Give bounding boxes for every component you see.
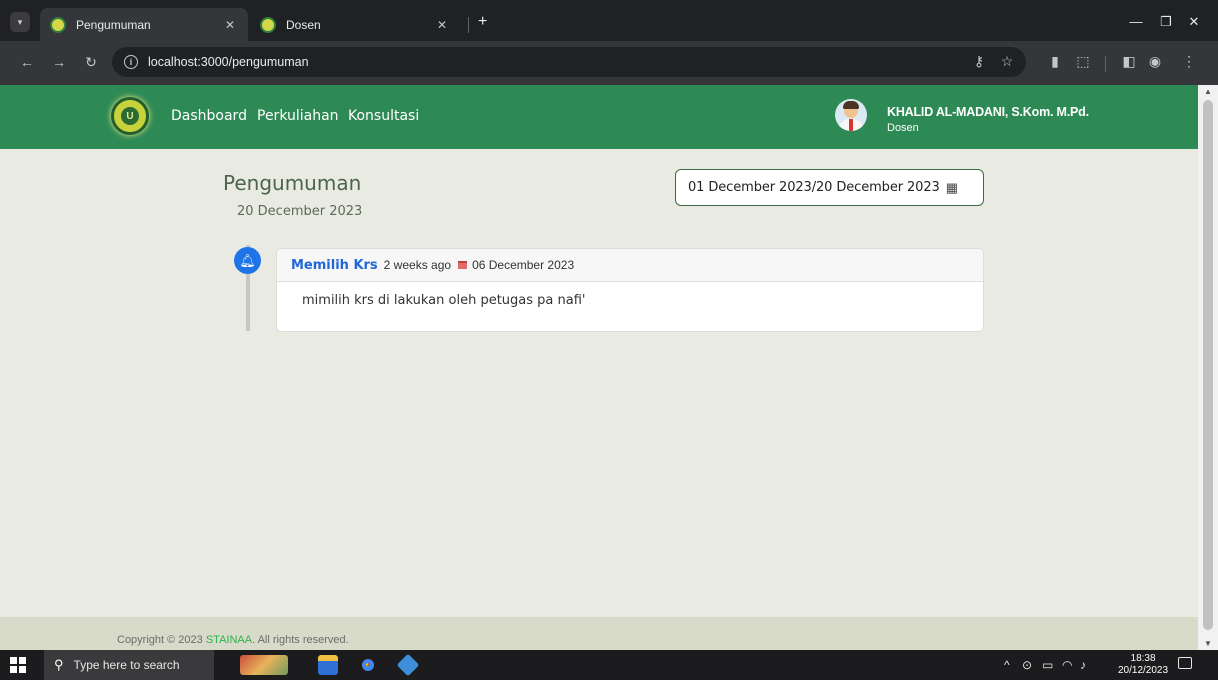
site-favicon-icon [50,16,66,33]
site-info-icon[interactable]: i [124,55,138,69]
top-navbar: U Dashboard Perkuliahan Konsultasi KHALI… [0,85,1198,149]
browser-tab-pengumuman[interactable]: Pengumuman ✕ [40,8,248,41]
date-range-picker[interactable]: 01 December 2023/20 December 2023 ▦ [675,169,984,206]
taskbar-search-placeholder: Type here to search [73,658,180,672]
page-footer: Copyright © 2023 STAINAA. All rights res… [0,617,1198,650]
browser-tab-title: Pengumuman [76,17,151,32]
news-widget-icon[interactable] [240,655,288,675]
announcement-date: 06 December 2023 [472,258,575,272]
announcement-title[interactable]: Memilih Krs [291,258,378,273]
page-title: Pengumuman [223,171,362,195]
scroll-down-icon[interactable]: ▼ [1204,639,1212,648]
announcement-header: Memilih Krs 2 weeks ago 06 December 2023 [277,249,983,282]
bell-icon: 🔔︎ [234,247,261,274]
copyright-text: Copyright © 2023 STAINAA. All rights res… [117,634,349,646]
page-scrollbar[interactable]: ▲ ▼ [1198,85,1218,650]
search-icon: ⚲ [54,657,64,672]
battery-icon[interactable]: ▭ [1042,658,1053,672]
taskbar-search[interactable]: ⚲ Type here to search [44,650,214,680]
password-key-icon[interactable]: ⚷ [970,53,988,70]
wifi-icon[interactable]: ◠ [1062,658,1072,672]
announcement-body: mimilih krs di lakukan oleh petugas pa n… [302,293,586,308]
site-favicon-icon [260,16,276,33]
tray-overflow-icon[interactable]: ^ [1004,658,1010,672]
notification-center-icon[interactable] [1178,657,1192,669]
restore-icon[interactable]: ❐ [1156,14,1176,30]
browser-tab-dosen[interactable]: Dosen ✕ [250,8,460,41]
extensions-puzzle-icon[interactable]: ⬚ [1074,53,1092,70]
meet-now-icon[interactable]: ⊙ [1022,658,1032,672]
tab-search-dropdown-icon[interactable]: ▾ [10,12,30,32]
announcement-card: Memilih Krs 2 weeks ago 06 December 2023… [276,248,984,332]
footer-brand-link[interactable]: STAINAA [206,634,252,646]
forward-icon[interactable]: → [50,54,68,70]
calendar-icon: ▦ [945,179,958,195]
scrollbar-thumb[interactable] [1203,100,1213,630]
windows-taskbar: ⚲ Type here to search ^ ⊙ ▭ ◠ ♪ 18:38 20… [0,650,1218,680]
page-viewport: U Dashboard Perkuliahan Konsultasi KHALI… [0,85,1198,650]
bookmark-star-icon[interactable]: ☆ [998,53,1016,70]
volume-icon[interactable]: ♪ [1080,658,1086,672]
address-bar[interactable]: i localhost:3000/pengumuman [112,47,1026,77]
taskbar-clock[interactable]: 18:38 20/12/2023 [1118,653,1168,677]
browser-tabbar: ▾ Pengumuman ✕ Dosen ✕ + — ❐ ✕ [0,0,1218,41]
back-icon[interactable]: ← [18,54,36,70]
clock-date: 20/12/2023 [1118,665,1169,676]
logo-emblem-icon: U [121,107,139,125]
profile-avatar-icon[interactable]: ◉ [1146,53,1164,70]
announcement-relative-time: 2 weeks ago [383,258,452,272]
dev-tool-app-icon[interactable] [396,653,420,677]
tab-separator [468,17,469,33]
current-date: 20 December 2023 [237,204,363,219]
scroll-up-icon[interactable]: ▲ [1204,87,1212,96]
reload-icon[interactable]: ↻ [82,54,100,71]
address-url: localhost:3000/pengumuman [148,55,309,69]
nav-link-perkuliahan[interactable]: Perkuliahan [257,108,339,124]
extension-icon[interactable]: ▮ [1046,53,1064,70]
browser-menu-icon[interactable]: ⋮ [1180,53,1198,70]
calendar-small-icon [458,261,468,269]
new-tab-icon[interactable]: + [478,13,487,31]
toolbar-separator [1105,56,1106,72]
window-close-icon[interactable]: ✕ [1184,14,1204,30]
clock-time: 18:38 [1130,653,1156,664]
nav-link-dashboard[interactable]: Dashboard [171,108,247,124]
minimize-icon[interactable]: — [1126,14,1146,29]
browser-tab-title: Dosen [286,17,321,32]
windows-start-icon[interactable] [10,657,26,673]
tab-close-icon[interactable]: ✕ [222,18,238,32]
tab-close-icon[interactable]: ✕ [434,18,450,32]
nav-link-konsultasi[interactable]: Konsultasi [348,108,419,124]
side-panel-icon[interactable]: ◧ [1120,53,1138,70]
user-avatar[interactable] [835,99,867,131]
file-explorer-icon[interactable] [318,655,338,675]
browser-toolbar: ← → ↻ i localhost:3000/pengumuman ⚷ ☆ ▮ … [0,41,1218,85]
user-name[interactable]: KHALID AL-MADANI, S.Kom. M.Pd. [887,105,1089,119]
stainaa-logo[interactable]: U [111,97,149,135]
chrome-app-icon[interactable] [358,655,378,675]
date-range-value: 01 December 2023/20 December 2023 [688,180,940,195]
user-role: Dosen [887,122,919,134]
